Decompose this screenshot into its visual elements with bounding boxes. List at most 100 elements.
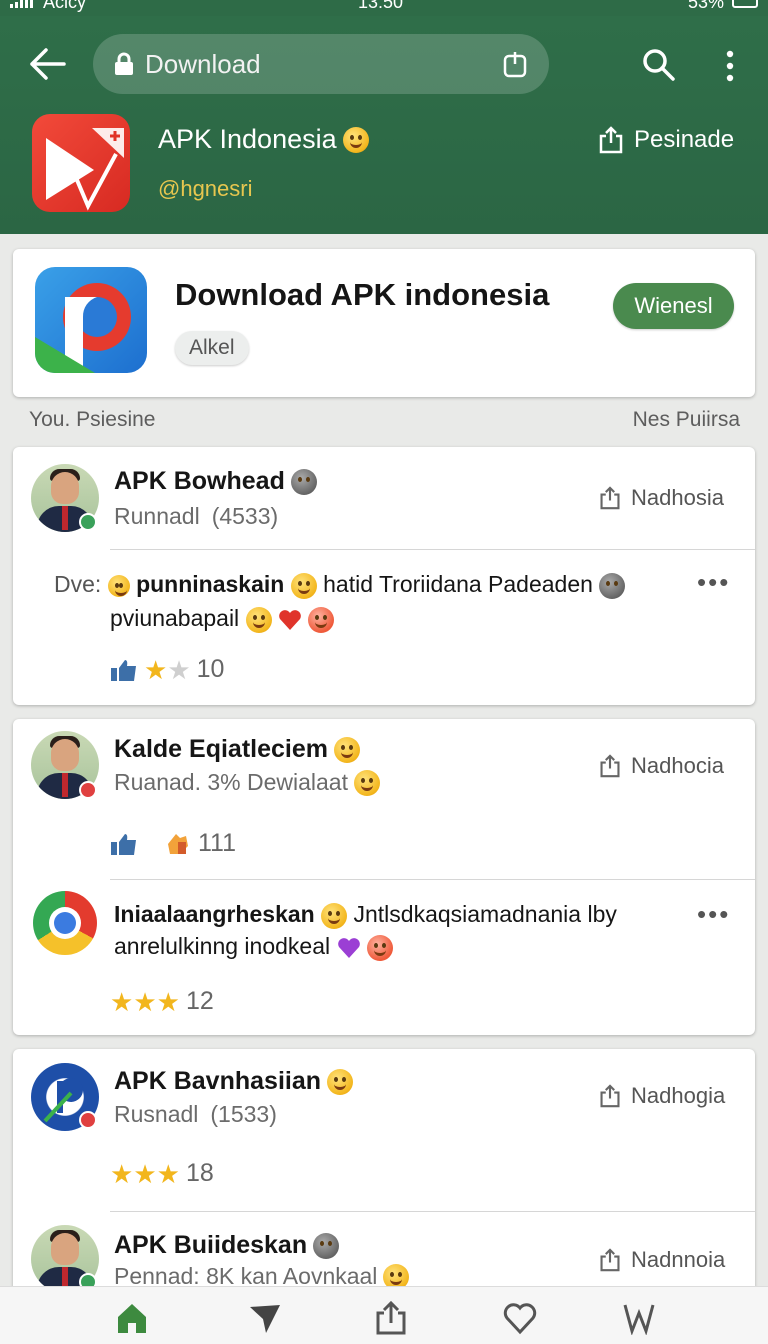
reaction-row[interactable]: 111 [110, 829, 236, 858]
post-author-name: APK Bowhead [114, 467, 285, 495]
reaction-count: 111 [198, 829, 237, 857]
divider [110, 549, 755, 550]
upload-icon[interactable] [374, 1301, 408, 1335]
featured-title: Download APK indonesia [175, 277, 550, 312]
laugh-tears-emoji-icon [353, 769, 380, 796]
app-title-text: APK Indonesia [158, 124, 337, 154]
battery-icon [732, 0, 758, 8]
post-share-button[interactable]: Nadhogia [599, 1083, 725, 1109]
post-author[interactable]: APK Bowhead [114, 467, 317, 496]
share-icon [600, 754, 620, 778]
search-icon[interactable] [640, 46, 676, 82]
app-header: Download APK Indonesia @hgnesri Pesinade [0, 16, 768, 234]
chrome-avatar-icon[interactable] [33, 891, 97, 955]
comment-username[interactable]: punninaskain [136, 571, 284, 597]
url-text: Download [145, 48, 261, 79]
post-share-button[interactable]: Nadhosia [599, 485, 724, 511]
more-horiz-icon[interactable]: ••• [697, 567, 730, 598]
tab-switcher-icon[interactable] [503, 50, 527, 78]
post-comment-line2: pviunabapail [110, 601, 710, 635]
comment-text: Jntlsdkaqsiamadnania lby [353, 901, 617, 927]
section-left-label[interactable]: You. Psiesine [29, 408, 155, 432]
reaction-count: 12 [185, 987, 214, 1015]
post-author[interactable]: APK Buiideskan [114, 1231, 340, 1260]
divider [110, 879, 755, 880]
reaction-row[interactable]: ★ ★ ★ 12 [110, 987, 214, 1016]
post-share-label: Nadhosia [631, 485, 724, 510]
post-meta: Rusnadl (1533) [114, 1101, 277, 1128]
more-horiz-icon[interactable]: ••• [697, 899, 730, 930]
post-share-button[interactable]: Nadnnoia [599, 1247, 725, 1273]
laugh-emoji-icon [366, 934, 393, 961]
back-arrow-icon[interactable] [28, 46, 68, 82]
heart-eyes-emoji-icon [333, 736, 360, 763]
post-share-label: Nadhocia [631, 753, 724, 778]
party-emoji-icon [107, 574, 130, 597]
post-author[interactable]: Kalde Eqiatleciem [114, 735, 360, 764]
post-author-name: APK Bavnhasiian [114, 1067, 322, 1095]
send-icon[interactable] [248, 1301, 282, 1335]
home-icon[interactable] [115, 1301, 149, 1335]
post-share-label: Nadnnoia [631, 1247, 726, 1272]
featured-category-chip[interactable]: Alkel [175, 331, 249, 365]
app-title: APK Indonesia [158, 124, 369, 155]
post-share-label: Nadhogia [631, 1083, 726, 1108]
share-icon [600, 1248, 620, 1272]
profile-w-icon[interactable] [622, 1301, 656, 1335]
install-button[interactable]: Wienesl [613, 283, 734, 329]
notification-badge-icon [79, 1111, 97, 1129]
thumbs-up-icon [111, 659, 136, 681]
post-comment: Iniaalaangrheskan Jntlsdkaqsiamadnania l… [114, 897, 694, 931]
post-meta-label: Runnadl [114, 503, 200, 529]
post-author-name: APK Buiideskan [114, 1231, 308, 1259]
grin-emoji-icon [290, 572, 317, 599]
clap-icon [168, 833, 188, 854]
section-right-label[interactable]: Nes Puiirsa [633, 408, 740, 432]
featured-app-icon [35, 267, 147, 373]
signal-icon [10, 0, 33, 8]
mic-emoji-icon [313, 1232, 340, 1259]
mic-emoji-icon [599, 572, 626, 599]
comment-username[interactable]: Iniaalaangrheskan [114, 901, 315, 927]
smile-emoji-icon [342, 126, 369, 153]
post-meta: Ruanad. 3% Dewialaat [114, 769, 380, 796]
post-meta-count: (1533) [210, 1101, 277, 1127]
carrier-label: Aclcy [43, 0, 87, 12]
comment-text-line2: anrelulkinng inodkeal [114, 933, 331, 959]
laugh-tears-emoji-icon [327, 1068, 354, 1095]
featured-app-card[interactable]: Download APK indonesia Alkel Wienesl [13, 249, 755, 397]
comment-text: hatid Troriidana Padeaden [323, 571, 593, 597]
post-share-button[interactable]: Nadhocia [599, 753, 724, 779]
reaction-row[interactable]: ★ ★ 10 [110, 655, 224, 684]
url-bar[interactable]: Download [93, 34, 549, 94]
section-header: You. Psiesine Nes Puiirsa [0, 404, 768, 436]
post-comment-line2: anrelulkinng inodkeal [114, 929, 694, 963]
post-meta-label: Ruanad. 3% Dewialaat [114, 769, 348, 795]
heart-eyes-emoji-icon [245, 606, 272, 633]
mic-emoji-icon [290, 468, 317, 495]
bottom-navigation [0, 1286, 768, 1344]
post-card: APK Bowhead Runnadl (4533) Nadhosia Dve:… [13, 447, 755, 705]
post-meta-count: (4533) [211, 503, 279, 529]
reaction-row[interactable]: ★ ★ ★ 18 [110, 1159, 214, 1188]
thumbs-up-icon [111, 833, 136, 855]
status-bar: Aclcy 13:50 53% [0, 0, 768, 16]
header-share-button[interactable]: Pesinade [598, 126, 734, 154]
more-vert-icon[interactable] [720, 50, 740, 82]
heart-outline-icon[interactable] [503, 1301, 537, 1335]
star-icon: ★ [156, 1158, 180, 1189]
post-author[interactable]: APK Bavnhasiian [114, 1067, 354, 1096]
post-comment: Dve: punninaskain hatid Troriidana Padea… [54, 567, 654, 601]
star-icon: ★ [144, 654, 168, 685]
app-handle[interactable]: @hgnesri [158, 176, 253, 202]
star-icon: ★ [110, 1158, 134, 1189]
post-card: Kalde Eqiatleciem Ruanad. 3% Dewialaat N… [13, 719, 755, 1035]
header-share-label: Pesinade [634, 126, 735, 153]
post-meta: Runnadl (4533) [114, 503, 278, 530]
app-logo[interactable] [32, 114, 130, 212]
notification-badge-icon [79, 781, 97, 799]
battery-label: 53% [687, 0, 724, 12]
reaction-count: 10 [196, 655, 225, 683]
comment-prefix: Dve: [54, 571, 102, 597]
star-icon: ★ [110, 986, 134, 1017]
